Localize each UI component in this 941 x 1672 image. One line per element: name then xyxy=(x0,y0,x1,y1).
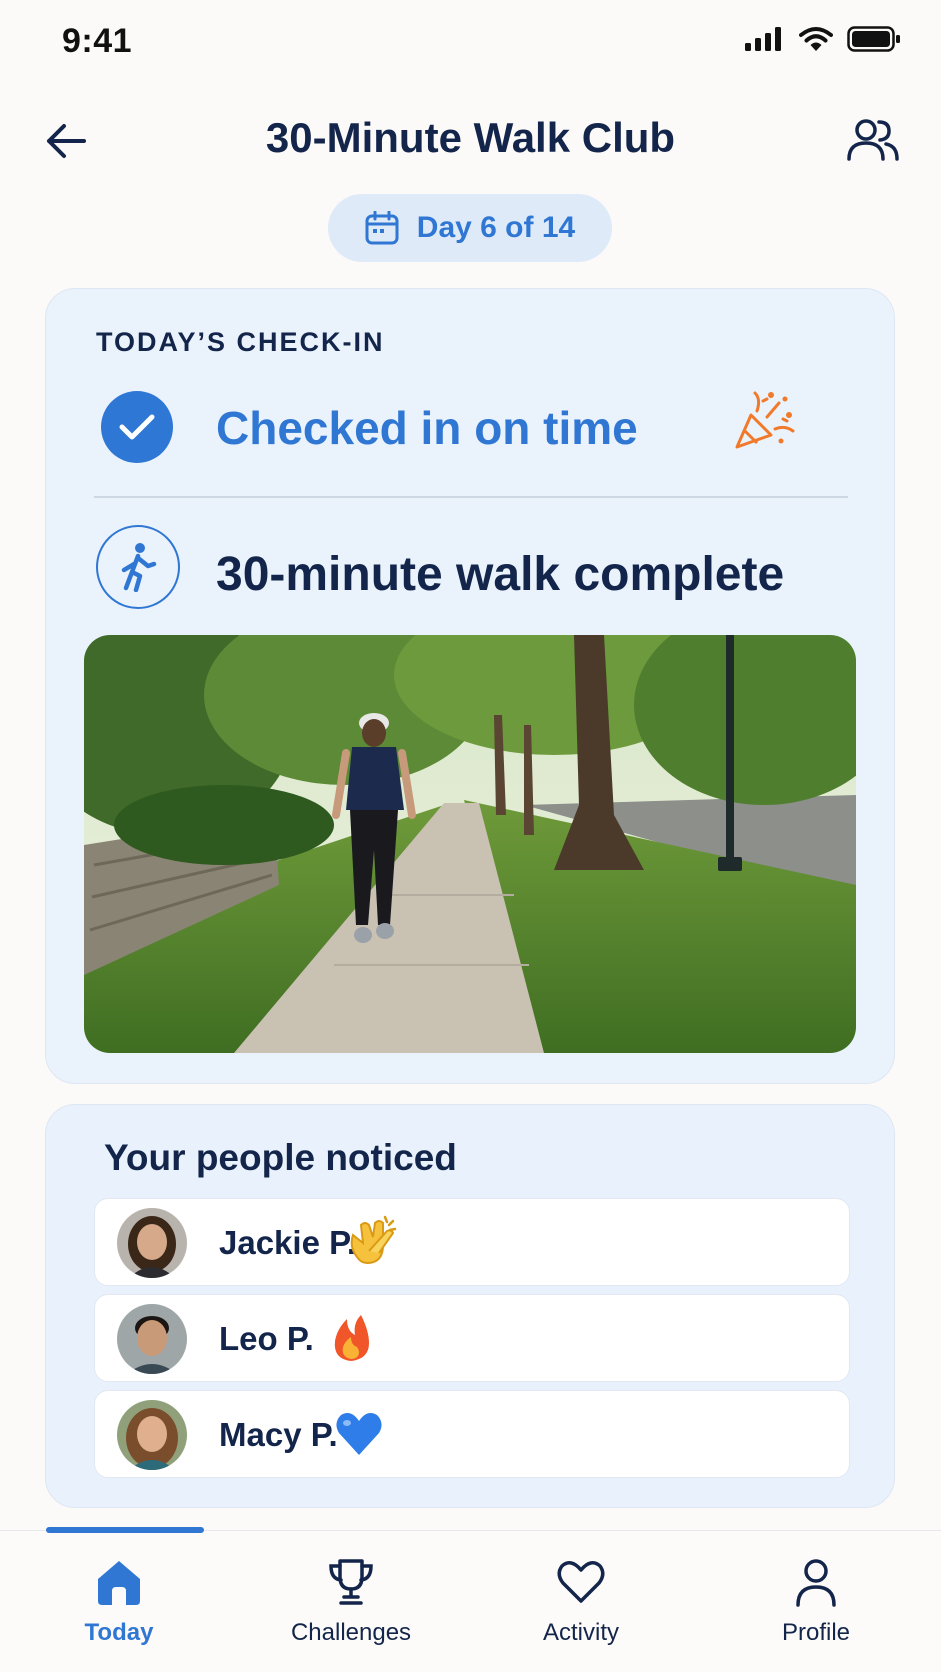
tab-label: Activity xyxy=(542,1619,619,1646)
person-name: Macy P. xyxy=(219,1416,338,1453)
tab-activity[interactable]: Activity xyxy=(491,1553,671,1653)
tab-label: Today xyxy=(84,1619,154,1646)
group-icon xyxy=(847,119,899,161)
status-icons xyxy=(745,26,901,52)
status-time: 9:41 xyxy=(62,22,133,60)
day-progress-label: Day 6 of 14 xyxy=(416,211,576,244)
tab-profile[interactable]: Profile xyxy=(726,1553,906,1653)
calendar-icon xyxy=(365,211,399,245)
day-progress-pill[interactable]: Day 6 of 14 xyxy=(328,194,612,262)
blue-heart-icon xyxy=(336,1413,382,1455)
person-row-macy[interactable]: Macy P. xyxy=(94,1390,850,1478)
tab-challenges[interactable]: Challenges xyxy=(261,1553,441,1653)
tab-label: Challenges xyxy=(290,1619,412,1646)
checkin-heading: TODAY’S CHECK-IN xyxy=(96,327,385,357)
person-row-jackie[interactable]: Jackie P. xyxy=(94,1198,850,1286)
checkin-card: TODAY’S CHECK-IN Checked in on time 30-m… xyxy=(45,288,895,1084)
battery-icon xyxy=(847,26,900,52)
card-divider xyxy=(94,496,848,498)
party-popper-icon xyxy=(735,391,795,449)
fire-icon xyxy=(334,1315,369,1361)
home-icon xyxy=(90,1553,148,1611)
checkmark-icon xyxy=(101,391,173,463)
avatar xyxy=(117,1304,187,1374)
signal-icon xyxy=(745,27,781,51)
page-title: 30-Minute Walk Club xyxy=(265,114,676,161)
avatar xyxy=(117,1400,187,1470)
heart-icon xyxy=(552,1553,610,1611)
tab-bar: Today Challenges Activity Profile xyxy=(0,1527,941,1672)
active-tab-indicator xyxy=(46,1527,204,1533)
person-row-leo[interactable]: Leo P. xyxy=(94,1294,850,1382)
trophy-icon xyxy=(322,1553,380,1611)
noticed-card: Your people noticed Jackie P. Leo P. Mac… xyxy=(45,1104,895,1508)
checkin-status: Checked in on time xyxy=(216,402,638,454)
clapping-hands-icon xyxy=(350,1215,397,1265)
person-name: Jackie P. xyxy=(219,1224,357,1261)
walking-icon xyxy=(96,525,180,609)
walk-status: 30-minute walk complete xyxy=(216,548,785,601)
wifi-icon xyxy=(799,27,833,51)
walk-photo xyxy=(84,635,856,1053)
person-name: Leo P. xyxy=(219,1320,314,1357)
status-bar: 9:41 xyxy=(0,0,941,84)
avatar xyxy=(117,1208,187,1278)
tab-today[interactable]: Today xyxy=(29,1553,209,1653)
person-icon xyxy=(787,1553,845,1611)
group-members-button[interactable] xyxy=(843,112,903,168)
noticed-heading: Your people noticed xyxy=(104,1137,457,1178)
tab-label: Profile xyxy=(781,1619,851,1646)
